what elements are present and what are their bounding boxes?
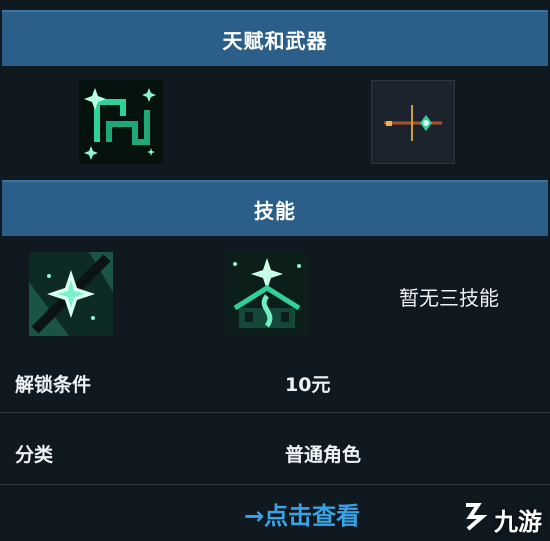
talent-rune-icon[interactable] [79,80,163,164]
unlock-label: 解锁条件 [15,374,92,396]
jiuyou-logo-icon [460,501,490,537]
star-slash-skill-icon[interactable] [29,252,113,336]
character-info-panel: 天赋和武器 技能 暂无三技能 解锁条件 10元 分类 普通角色 →点击查看 九游 [0,0,550,541]
view-more-link[interactable]: →点击查看 [244,496,360,531]
staff-weapon-icon[interactable] [371,80,455,164]
third-skill-text: 暂无三技能 [399,286,499,310]
row-divider [0,412,550,413]
talent-weapon-header: 天赋和武器 [2,10,548,66]
talent-weapon-title: 天赋和武器 [222,28,328,53]
skills-header: 技能 [2,180,548,236]
jiuyou-watermark: 九游 [460,501,542,537]
tree-spirit-skill-icon[interactable] [225,252,309,336]
unlock-value: 10元 [285,374,331,396]
category-label: 分类 [15,444,54,466]
skills-title: 技能 [254,198,296,223]
watermark-text: 九游 [494,507,542,536]
row-divider-2 [0,484,550,485]
category-value: 普通角色 [285,444,362,466]
